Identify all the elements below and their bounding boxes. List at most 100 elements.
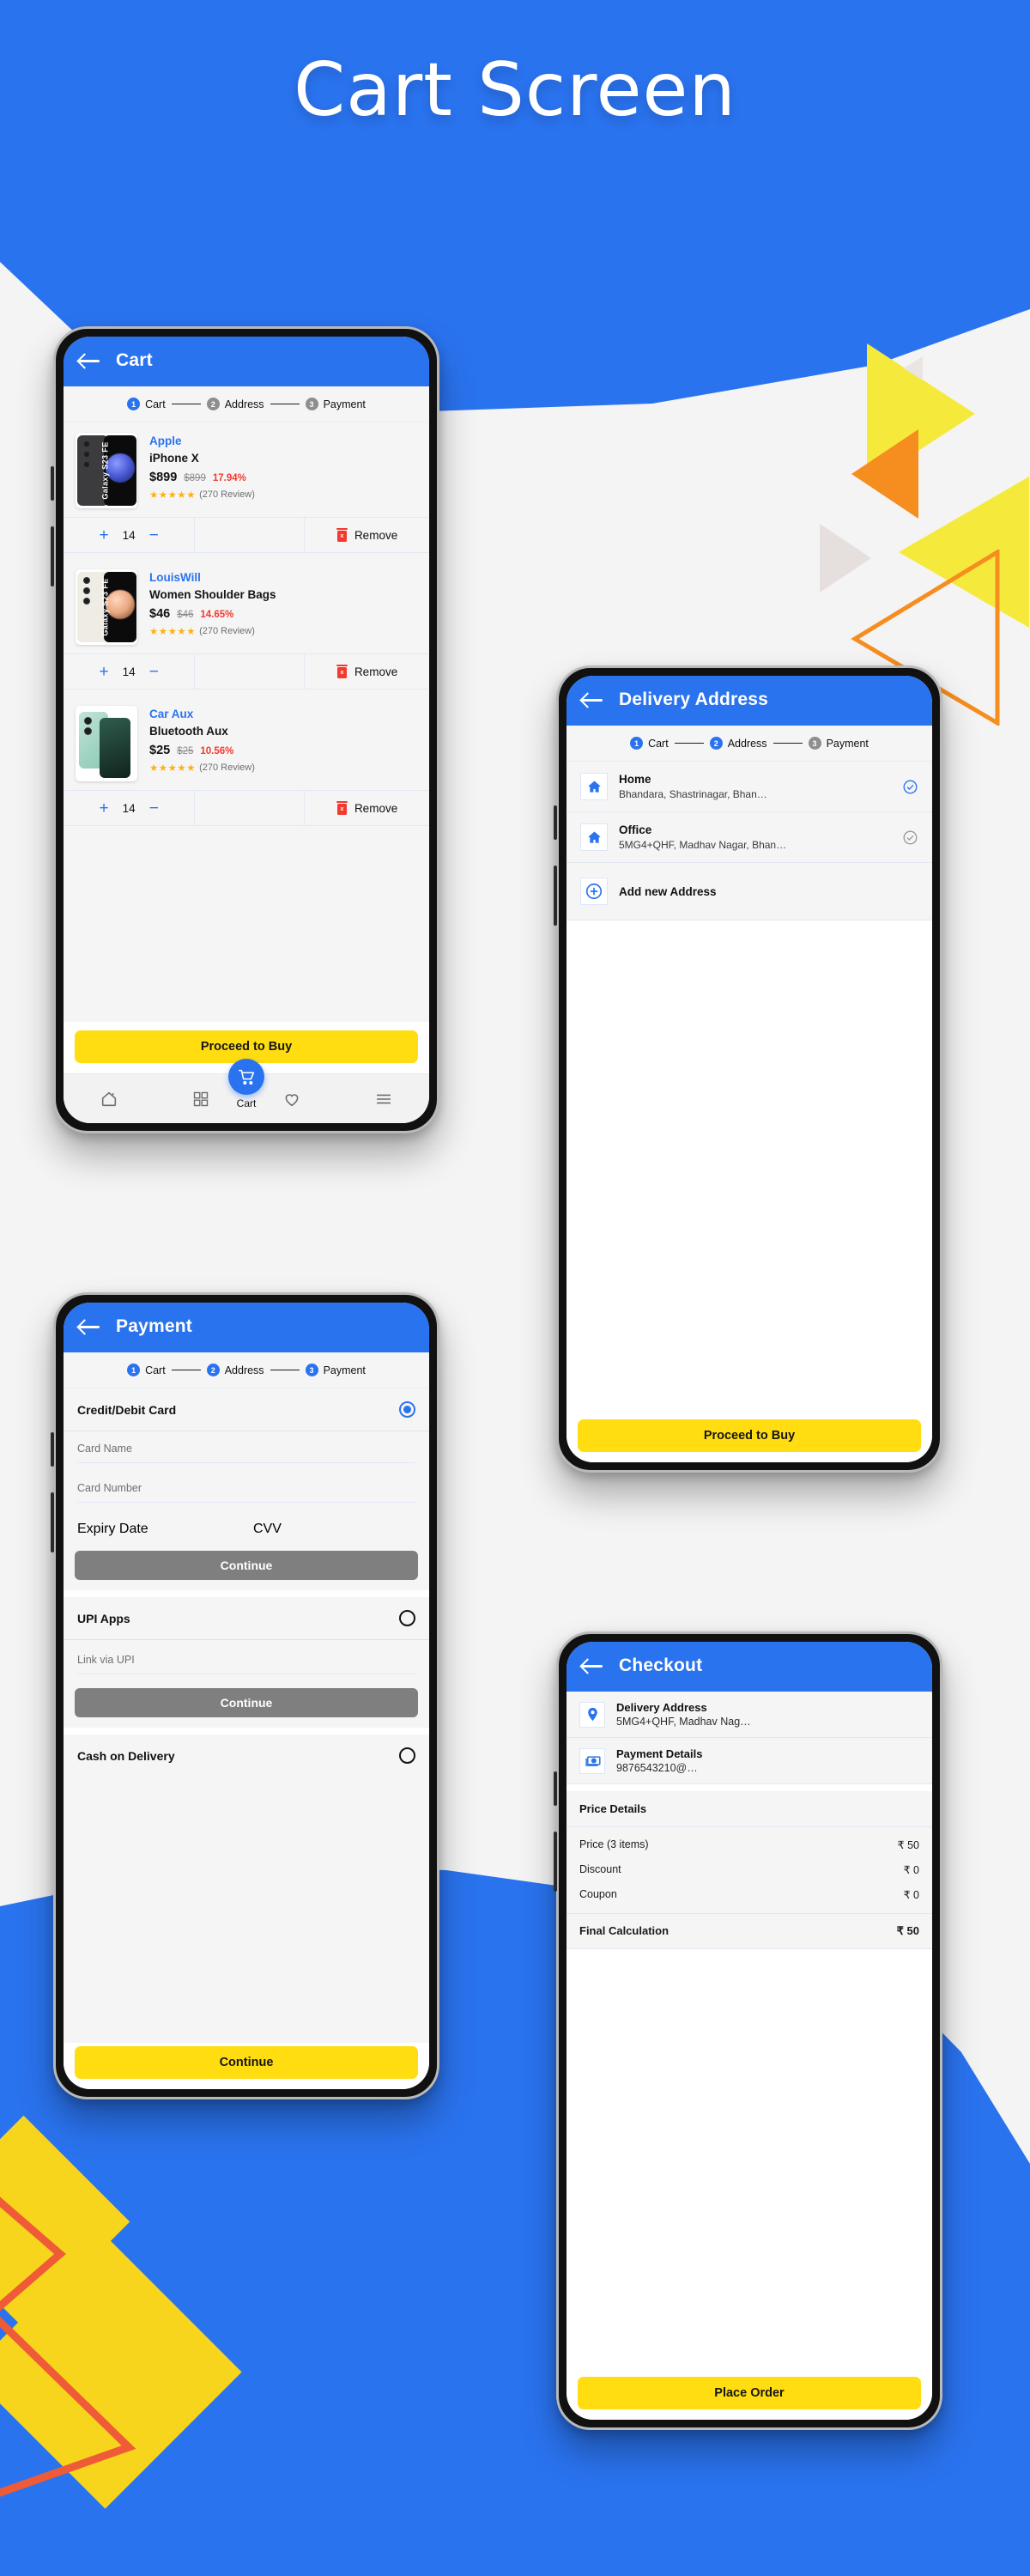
product-brand[interactable]: LouisWill (149, 571, 417, 584)
cvv-field[interactable]: CVV (253, 1522, 415, 1537)
quantity-stepper[interactable]: + 14 − (64, 518, 196, 552)
place-order-button[interactable]: Place Order (578, 2377, 921, 2409)
review-count: (270 Review) (199, 762, 255, 773)
step-address[interactable]: 2 Address (206, 398, 264, 410)
address-subtitle: Bhandara, Shastrinagar, Bhan… (619, 788, 767, 800)
product-brand[interactable]: Apple (149, 434, 417, 447)
address-item-office[interactable]: Office 5MG4+QHF, Madhav Nagar, Bhan… (566, 812, 932, 863)
remove-label: Remove (354, 665, 398, 678)
card-name-field[interactable]: Card Name (64, 1431, 429, 1471)
checkout-appbar: Checkout (566, 1642, 932, 1692)
add-new-address-button[interactable]: Add new Address (566, 863, 932, 920)
section-separator (566, 1784, 932, 1791)
proceed-to-buy-button[interactable]: Proceed to Buy (578, 1419, 921, 1452)
card-number-placeholder: Card Number (77, 1482, 142, 1494)
step-cart[interactable]: 1 Cart (630, 737, 669, 750)
step-address[interactable]: 2 Address (709, 737, 767, 750)
payment-methods-list[interactable]: Credit/Debit Card Card Name Card Number … (64, 1388, 429, 2043)
camera-lens-icon (83, 440, 90, 447)
cod-method-header[interactable]: Cash on Delivery (64, 1735, 429, 1777)
selected-check-icon[interactable] (902, 779, 918, 795)
card-method-header[interactable]: Credit/Debit Card (64, 1388, 429, 1431)
upi-link-field[interactable]: Link via UPI (64, 1640, 429, 1682)
camera-lens-icon (84, 717, 92, 725)
address-text: Home Bhandara, Shastrinagar, Bhan… (619, 773, 891, 800)
product-info: Apple iPhone X $899 $899 17.94% ★★★★★ (2… (149, 433, 417, 508)
checkout-stepper-cart: 1 Cart 2 Address 3 Payment (64, 386, 429, 422)
back-arrow-icon[interactable] (79, 1319, 100, 1334)
step-payment[interactable]: 3 Payment (305, 398, 366, 410)
checkout-body[interactable]: Delivery Address 5MG4+QHF, Madhav Nag… P… (566, 1692, 932, 2368)
cart-item-actions: + 14 − x Remove (64, 653, 429, 690)
page-title: Cart Screen (294, 47, 736, 133)
add-new-address-label: Add new Address (619, 884, 717, 898)
hamburger-menu-icon[interactable] (373, 1088, 395, 1110)
card-expiry-cvv-row: Expiry Date CVV (64, 1510, 429, 1545)
step-cart[interactable]: 1 Cart (127, 1364, 166, 1376)
delivery-address-screen: Delivery Address 1 Cart 2 Address 3 Paym… (566, 676, 932, 1462)
upi-method-radio[interactable] (399, 1610, 415, 1626)
cart-item: Galaxy S23 FE Apple iPhone X $899 $899 1… (64, 422, 429, 553)
checkout-delivery-address-row[interactable]: Delivery Address 5MG4+QHF, Madhav Nag… (566, 1692, 932, 1738)
address-list[interactable]: Home Bhandara, Shastrinagar, Bhan… Offic… (566, 762, 932, 1411)
checkout-stepper-payment: 1 Cart 2 Address 3 Payment (64, 1352, 429, 1388)
expiry-date-field[interactable]: Expiry Date (77, 1522, 239, 1537)
card-name-placeholder: Card Name (77, 1443, 132, 1455)
decrease-quantity-button[interactable]: − (149, 527, 159, 544)
grid-icon[interactable] (190, 1088, 212, 1110)
trash-icon: x (336, 528, 348, 542)
heart-icon[interactable] (281, 1088, 303, 1110)
cvv-placeholder: CVV (253, 1522, 282, 1536)
cod-continue-button[interactable]: Continue (75, 2046, 418, 2079)
product-thumbnail[interactable]: Galaxy S23 FE (76, 433, 137, 508)
home-icon[interactable] (98, 1088, 120, 1110)
decrease-quantity-button[interactable]: − (149, 800, 159, 817)
product-brand[interactable]: Car Aux (149, 708, 417, 720)
back-arrow-icon[interactable] (79, 353, 100, 368)
upi-continue-button[interactable]: Continue (75, 1688, 418, 1717)
increase-quantity-button[interactable]: + (100, 527, 109, 544)
field-underline (77, 1462, 415, 1463)
cart-appbar: Cart (64, 337, 429, 386)
card-method-radio[interactable] (399, 1401, 415, 1418)
camera-lens-icon (84, 727, 92, 735)
step-payment[interactable]: 3 Payment (305, 1364, 366, 1376)
unselected-check-icon[interactable] (902, 829, 918, 846)
back-arrow-icon[interactable] (582, 1658, 603, 1674)
camera-lens-icon (83, 451, 90, 458)
cod-method-radio[interactable] (399, 1747, 415, 1764)
product-thumbnail[interactable]: Galaxy S23 FE (76, 569, 137, 645)
quantity-value: 14 (122, 801, 136, 815)
upi-method-header[interactable]: UPI Apps (64, 1597, 429, 1640)
home-icon (580, 823, 608, 851)
back-arrow-icon[interactable] (582, 692, 603, 708)
quantity-stepper[interactable]: + 14 − (64, 654, 196, 689)
final-calculation-label: Final Calculation (579, 1924, 670, 1937)
step-label: Payment (826, 737, 869, 750)
product-thumbnail[interactable] (76, 706, 137, 781)
review-count: (270 Review) (199, 626, 255, 636)
cart-items-list[interactable]: Galaxy S23 FE Apple iPhone X $899 $899 1… (64, 422, 429, 1022)
remove-item-button[interactable]: x Remove (305, 518, 429, 552)
card-continue-button[interactable]: Continue (75, 1551, 418, 1580)
price-row-value: ₹ 0 (903, 1864, 919, 1876)
increase-quantity-button[interactable]: + (100, 800, 109, 817)
orange-triangle (851, 429, 918, 519)
step-address[interactable]: 2 Address (206, 1364, 264, 1376)
step-payment[interactable]: 3 Payment (808, 737, 869, 750)
product-price: $25 (149, 744, 171, 757)
increase-quantity-button[interactable]: + (100, 664, 109, 680)
remove-item-button[interactable]: x Remove (305, 791, 429, 825)
plus-circle-icon (580, 878, 608, 905)
card-number-field[interactable]: Card Number (64, 1471, 429, 1510)
quantity-stepper[interactable]: + 14 − (64, 791, 196, 825)
remove-item-button[interactable]: x Remove (305, 654, 429, 689)
nav-cart-button[interactable]: Cart (228, 1059, 264, 1109)
address-item-home[interactable]: Home Bhandara, Shastrinagar, Bhan… (566, 762, 932, 812)
star-rating-icon: ★★★★★ (149, 490, 197, 501)
step-cart[interactable]: 1 Cart (127, 398, 166, 410)
checkout-payment-details-row[interactable]: Payment Details 9876543210@… (566, 1738, 932, 1784)
checkout-payment-title: Payment Details (616, 1747, 703, 1760)
trash-icon: x (336, 801, 348, 815)
decrease-quantity-button[interactable]: − (149, 664, 159, 680)
